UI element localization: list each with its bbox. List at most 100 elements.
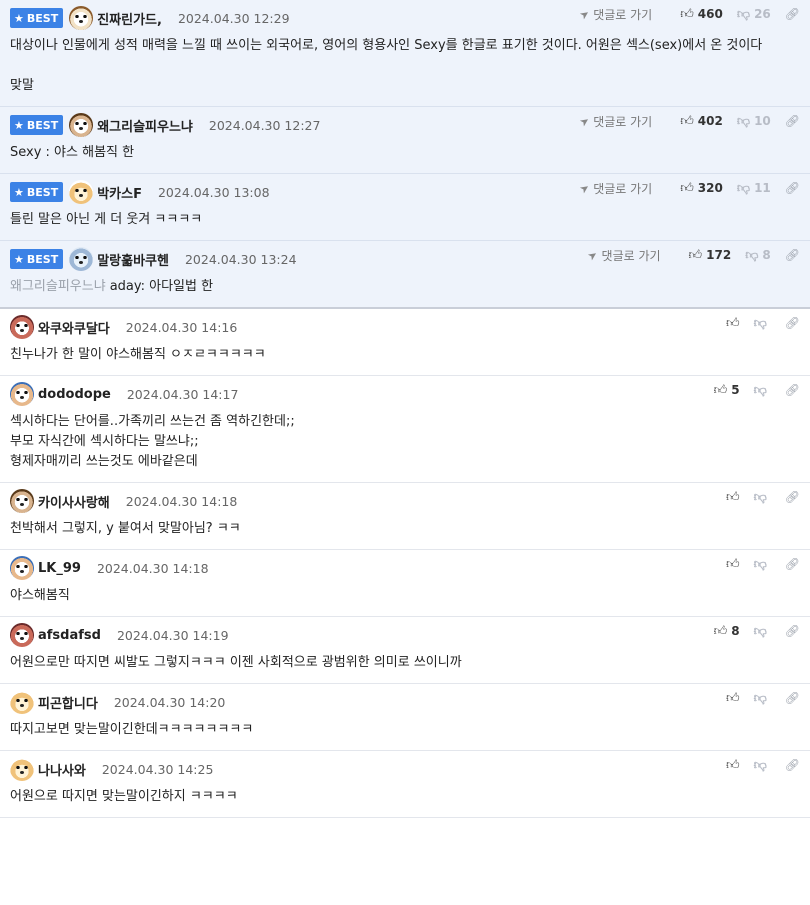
downvote-button[interactable]: 👎︎ — [754, 758, 771, 773]
comment-body: 어원으로 따지면 맞는말이긴하지 ㅋㅋㅋㅋ — [10, 787, 800, 807]
comment-body: 대상이나 인물에게 성적 매력을 느낄 때 쓰이는 외국어로, 영어의 형용사인… — [10, 36, 800, 96]
link-icon[interactable]: 🔗︎ — [785, 248, 800, 262]
downvote-button[interactable]: 👎︎ 8 — [745, 248, 771, 263]
avatar-nose — [20, 637, 24, 640]
comment-line: Sexy : 야스 해봄직 한 — [10, 143, 800, 163]
link-icon[interactable]: 🔗︎ — [785, 7, 800, 21]
link-icon[interactable]: 🔗︎ — [785, 557, 800, 571]
avatar[interactable] — [10, 489, 34, 513]
send-arrow-icon: ➤ — [577, 6, 593, 22]
upvote-button[interactable]: 👍︎ 172 — [689, 248, 732, 263]
upvote-count: 320 — [697, 181, 723, 195]
comment-text: 어원으로만 따지면 씨발도 그렇지ㅋㅋㅋ 이젠 사회적으로 광범위한 의미로 쓰… — [10, 655, 462, 670]
comment-text: 따지고보면 맞는말이긴한데ㅋㅋㅋㅋㅋㅋㅋㅋ — [10, 722, 254, 737]
upvote-button[interactable]: 👍︎ 5 — [714, 383, 740, 398]
avatar[interactable] — [10, 757, 34, 781]
nickname[interactable]: dododope — [38, 387, 111, 402]
comment-text: 천박해서 그렇지, y 붙여서 맞말아님? ㅋㅋ — [10, 521, 241, 536]
downvote-button[interactable]: 👎︎ — [754, 490, 771, 505]
downvote-button[interactable]: 👎︎ — [754, 557, 771, 572]
comment: LK_99 2024.04.30 14:18 👍︎ 👎︎ 🔗︎ 야스해봄직 — [0, 550, 810, 617]
avatar-eyes — [75, 189, 88, 192]
comment-body: 천박해서 그렇지, y 붙여서 맞말아님? ㅋㅋ — [10, 519, 800, 539]
avatar[interactable] — [10, 382, 34, 406]
avatar[interactable] — [10, 315, 34, 339]
avatar-nose — [79, 261, 84, 264]
avatar[interactable] — [69, 247, 94, 271]
link-icon[interactable]: 🔗︎ — [785, 691, 800, 705]
nickname[interactable]: 말랑훏바쿠헨 — [97, 250, 169, 269]
star-icon: ★ — [14, 118, 24, 132]
downvote-button[interactable]: 👎︎ — [754, 316, 771, 331]
best-comment: ★ BEST 왜그리슬피우느냐 2024.04.30 12:27 ➤ 댓글로 가기 👍︎ 40… — [0, 107, 810, 174]
link-icon[interactable]: 🔗︎ — [785, 490, 800, 504]
nickname[interactable]: 피곤합니다 — [38, 693, 98, 712]
upvote-button[interactable]: 👍︎ 8 — [714, 624, 740, 639]
comment-header: 피곤합니다 2024.04.30 14:20 — [10, 690, 800, 714]
comment-header: dododope 2024.04.30 14:17 — [10, 382, 800, 406]
link-icon[interactable]: 🔗︎ — [785, 383, 800, 397]
thumbs-down-icon: 👎︎ — [736, 113, 751, 129]
comment-line: 천박해서 그렇지, y 붙여서 맞말아님? ㅋㅋ — [10, 519, 800, 539]
nickname[interactable]: 와쿠와쿠달다 — [38, 318, 110, 337]
upvote-button[interactable]: 👍︎ — [726, 490, 740, 505]
upvote-button[interactable]: 👍︎ 402 — [680, 114, 723, 129]
thumbs-up-icon: 👍︎ — [713, 382, 728, 398]
link-icon[interactable]: 🔗︎ — [785, 624, 800, 638]
timestamp: 2024.04.30 14:18 — [125, 493, 238, 509]
upvote-button[interactable]: 👍︎ — [726, 316, 740, 331]
upvote-button[interactable]: 👍︎ — [726, 557, 740, 572]
downvote-count: 10 — [754, 114, 771, 128]
avatar[interactable] — [69, 6, 94, 30]
nickname[interactable]: afsdafsd — [38, 628, 101, 643]
avatar-eyes — [16, 565, 28, 568]
avatar[interactable] — [10, 623, 34, 647]
nickname[interactable]: 왜그리슬피우느냐 — [97, 116, 193, 135]
nickname[interactable]: LK_99 — [38, 561, 81, 576]
link-icon[interactable]: 🔗︎ — [785, 758, 800, 772]
upvote-count: 5 — [731, 383, 740, 397]
nickname[interactable]: 나나사와 — [38, 760, 86, 779]
upvote-button[interactable]: 👍︎ 320 — [680, 181, 723, 196]
comment-actions: 👍︎ 👎︎ 🔗︎ — [712, 315, 800, 331]
link-icon[interactable]: 🔗︎ — [785, 316, 800, 330]
nickname[interactable]: 박카스F — [97, 183, 142, 202]
upvote-button[interactable]: 👍︎ 460 — [680, 7, 723, 22]
avatar[interactable] — [69, 113, 94, 137]
downvote-button[interactable]: 👎︎ 10 — [737, 114, 771, 129]
send-arrow-icon: ➤ — [577, 113, 593, 129]
downvote-button[interactable]: 👎︎ 26 — [737, 7, 771, 22]
go-to-reply-link[interactable]: ➤ 댓글로 가기 — [577, 6, 652, 23]
link-icon[interactable]: 🔗︎ — [785, 181, 800, 195]
comment: afsdafsd 2024.04.30 14:19 👍︎ 8 👎︎ 🔗︎ 어원으로만 따지면… — [0, 617, 810, 684]
comment-line: 어원으로만 따지면 씨발도 그렇지ㅋㅋㅋ 이젠 사회적으로 광범위한 의미로 쓰… — [10, 653, 800, 673]
downvote-button[interactable]: 👎︎ 11 — [737, 181, 771, 196]
thumbs-up-icon: 👍︎ — [725, 315, 740, 331]
avatar-nose — [79, 127, 84, 130]
upvote-button[interactable]: 👍︎ — [726, 691, 740, 706]
avatar-eyes — [75, 256, 88, 259]
nickname[interactable]: 카이사사랑해 — [38, 492, 110, 511]
downvote-button[interactable]: 👎︎ — [754, 383, 771, 398]
send-arrow-icon: ➤ — [577, 180, 593, 196]
comment-text: 대상이나 인물에게 성적 매력을 느낄 때 쓰이는 외국어로, 영어의 형용사인… — [10, 38, 763, 53]
go-to-reply-link[interactable]: ➤ 댓글로 가기 — [577, 180, 652, 197]
avatar[interactable] — [10, 690, 34, 714]
best-badge: ★ BEST — [10, 115, 64, 135]
upvote-button[interactable]: 👍︎ — [726, 758, 740, 773]
reply-mention[interactable]: 왜그리슬피우느냐 — [10, 279, 106, 294]
best-comment: ★ BEST 박카스F 2024.04.30 13:08 ➤ 댓글로 가기 👍︎ 320 👎︎ 1… — [0, 174, 810, 241]
nickname[interactable]: 진짜린가드, — [97, 9, 162, 28]
downvote-button[interactable]: 👎︎ — [754, 624, 771, 639]
timestamp: 2024.04.30 14:16 — [125, 319, 238, 335]
downvote-button[interactable]: 👎︎ — [754, 691, 771, 706]
comment-body: 따지고보면 맞는말이긴한데ㅋㅋㅋㅋㅋㅋㅋㅋ — [10, 720, 800, 740]
go-to-reply-link[interactable]: ➤ 댓글로 가기 — [577, 113, 652, 130]
go-to-reply-link[interactable]: ➤ 댓글로 가기 — [585, 247, 660, 264]
comment-header: afsdafsd 2024.04.30 14:19 — [10, 623, 800, 647]
link-icon[interactable]: 🔗︎ — [785, 114, 800, 128]
thumbs-up-icon: 👍︎ — [713, 623, 728, 639]
best-badge-label: BEST — [26, 11, 59, 25]
avatar[interactable] — [10, 556, 34, 580]
avatar[interactable] — [69, 180, 94, 204]
